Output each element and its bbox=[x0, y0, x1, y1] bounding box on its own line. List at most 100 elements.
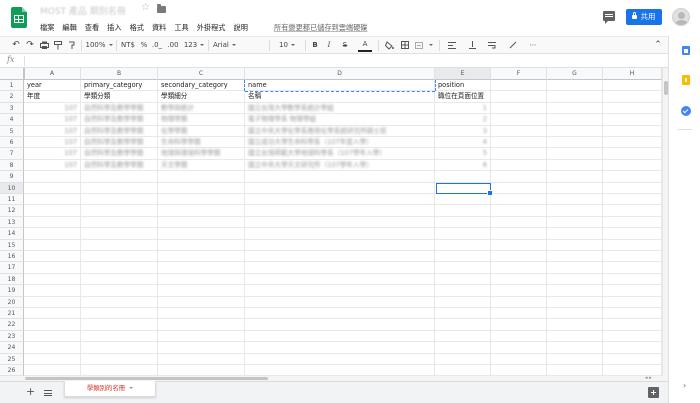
menu-insert[interactable]: 插入 bbox=[103, 22, 125, 34]
cell-b8[interactable]: 自然科學及數學學類 bbox=[82, 161, 156, 170]
cell-a1[interactable]: year bbox=[25, 81, 79, 90]
cell-e4[interactable]: 2 bbox=[436, 115, 489, 124]
cell-d5[interactable]: 國立中央大學化學系應用化學系統研究所碩士班 bbox=[246, 127, 433, 136]
cell-e5[interactable]: 3 bbox=[436, 127, 489, 136]
menu-view[interactable]: 查看 bbox=[81, 22, 103, 34]
strikethrough-button[interactable]: S bbox=[340, 37, 350, 54]
comment-icon[interactable] bbox=[603, 11, 615, 24]
text-wrap-icon[interactable] bbox=[484, 37, 500, 54]
paint-roller-icon[interactable] bbox=[66, 37, 78, 54]
column-header-c[interactable]: C bbox=[158, 68, 245, 80]
undo-icon[interactable]: ↶ bbox=[10, 37, 22, 54]
row-header-14[interactable]: 14 bbox=[0, 228, 24, 240]
font-size-select[interactable]: 10 bbox=[273, 37, 301, 54]
calendar-icon[interactable] bbox=[682, 46, 690, 55]
font-select[interactable]: Arial bbox=[213, 37, 268, 54]
cell-b1[interactable]: primary_category bbox=[82, 81, 156, 90]
cell-b3[interactable]: 自然科學及數學學類 bbox=[82, 104, 156, 113]
document-title[interactable]: MOST 產品 類別名冊 bbox=[40, 4, 126, 17]
cell-e7[interactable]: 5 bbox=[436, 149, 489, 158]
redo-icon[interactable]: ↷ bbox=[24, 37, 36, 54]
row-header-4[interactable]: 4 bbox=[0, 114, 24, 126]
spreadsheet-grid[interactable]: A B C D E F G H 1 2 3 4 5 6 7 8 9 10 11 12 13 14 15 16 17 18 19 20 2… bbox=[0, 68, 662, 376]
add-sheet-button[interactable]: + bbox=[26, 386, 35, 398]
cell-a6[interactable]: 107 bbox=[25, 138, 79, 147]
cell-d2[interactable]: 名稱 bbox=[246, 92, 433, 101]
cell-a4[interactable]: 107 bbox=[25, 115, 79, 124]
italic-button[interactable]: I bbox=[324, 37, 334, 54]
cell-c1[interactable]: secondary_category bbox=[159, 81, 243, 90]
row-header-24[interactable]: 24 bbox=[0, 342, 24, 354]
row-header-7[interactable]: 7 bbox=[0, 148, 24, 160]
percent-format-button[interactable]: % bbox=[139, 37, 149, 54]
row-header-1[interactable]: 1 bbox=[0, 80, 24, 92]
cell-a3[interactable]: 107 bbox=[25, 104, 79, 113]
row-header-6[interactable]: 6 bbox=[0, 137, 24, 149]
cell-d4[interactable]: 電子物理學系 物理學組 bbox=[246, 115, 433, 124]
row-header-15[interactable]: 15 bbox=[0, 239, 24, 251]
cell-c5[interactable]: 化學學類 bbox=[159, 127, 243, 136]
keep-icon[interactable] bbox=[682, 75, 690, 85]
share-button[interactable]: 共用 bbox=[626, 9, 662, 25]
menu-format[interactable]: 格式 bbox=[126, 22, 148, 34]
cell-e6[interactable]: 4 bbox=[436, 138, 489, 147]
menu-addons[interactable]: 外掛程式 bbox=[193, 22, 230, 34]
row-header-16[interactable]: 16 bbox=[0, 251, 24, 263]
star-icon[interactable]: ☆ bbox=[141, 2, 150, 13]
row-header-5[interactable]: 5 bbox=[0, 125, 24, 137]
cell-c4[interactable]: 物理學類 bbox=[159, 115, 243, 124]
cell-e8[interactable]: 6 bbox=[436, 161, 489, 170]
row-header-19[interactable]: 19 bbox=[0, 285, 24, 297]
row-header-17[interactable]: 17 bbox=[0, 262, 24, 274]
column-header-a[interactable]: A bbox=[24, 68, 81, 80]
cell-d1[interactable]: name bbox=[246, 81, 433, 90]
menu-data[interactable]: 資料 bbox=[148, 22, 170, 34]
column-header-g[interactable]: G bbox=[547, 68, 603, 80]
fill-color-icon[interactable] bbox=[383, 37, 395, 54]
menu-file[interactable]: 檔案 bbox=[40, 22, 58, 34]
bold-button[interactable]: B bbox=[310, 37, 320, 54]
cell-e3[interactable]: 1 bbox=[436, 104, 489, 113]
text-color-button[interactable]: A bbox=[358, 37, 372, 52]
row-header-18[interactable]: 18 bbox=[0, 273, 24, 286]
row-header-22[interactable]: 22 bbox=[0, 319, 24, 331]
vertical-align-icon[interactable] bbox=[464, 37, 480, 54]
currency-format-button[interactable]: NT$ bbox=[119, 37, 137, 54]
cell-d6[interactable]: 國立成功大學生命科學系（107年度入學） bbox=[246, 138, 433, 147]
more-options-icon[interactable]: ⋯ bbox=[527, 37, 539, 54]
borders-icon[interactable] bbox=[399, 37, 411, 54]
row-header-11[interactable]: 11 bbox=[0, 194, 24, 206]
formula-input[interactable] bbox=[30, 56, 650, 66]
select-all-corner[interactable] bbox=[0, 68, 24, 80]
row-header-25[interactable]: 25 bbox=[0, 353, 24, 365]
cell-d8[interactable]: 國立中央大學天文研究所（107學年入學） bbox=[246, 161, 433, 170]
cell-a8[interactable]: 107 bbox=[25, 161, 79, 170]
cell-d7[interactable]: 國立台灣師範大學地球科學系（107學年入學） bbox=[246, 149, 433, 158]
cell-c7[interactable]: 地球與環境科學學類 bbox=[159, 149, 243, 158]
cell-e1[interactable]: position bbox=[436, 81, 489, 90]
print-icon[interactable] bbox=[38, 37, 50, 54]
explore-icon[interactable] bbox=[648, 387, 659, 398]
cell-c3[interactable]: 數學與統計 bbox=[159, 104, 243, 113]
cell-e2[interactable]: 職位在頁面位置 bbox=[436, 92, 489, 101]
row-header-21[interactable]: 21 bbox=[0, 308, 24, 320]
text-rotation-icon[interactable] bbox=[505, 37, 521, 54]
column-header-b[interactable]: B bbox=[81, 68, 158, 80]
row-header-20[interactable]: 20 bbox=[0, 296, 24, 308]
save-status[interactable]: 所有變更都已儲存到雲端硬碟 bbox=[274, 22, 367, 34]
sheets-logo-icon[interactable] bbox=[11, 7, 27, 28]
sheet-tab[interactable]: 學類別的名冊 bbox=[64, 381, 156, 397]
number-format-select[interactable]: 123 bbox=[183, 37, 205, 54]
collapse-toolbar-icon[interactable]: ⌃ bbox=[652, 37, 664, 54]
cell-c2[interactable]: 學類細分 bbox=[159, 92, 243, 101]
merge-cells-icon[interactable] bbox=[415, 37, 433, 54]
cell-c6[interactable]: 生命科學學類 bbox=[159, 138, 243, 147]
row-header-2[interactable]: 2 bbox=[0, 91, 24, 103]
cell-c8[interactable]: 天文學類 bbox=[159, 161, 243, 170]
row-header-12[interactable]: 12 bbox=[0, 205, 24, 217]
cell-d3[interactable]: 國立台灣大學數學系統計學組 bbox=[246, 104, 433, 113]
folder-icon[interactable] bbox=[157, 4, 166, 13]
expand-panel-icon[interactable]: › bbox=[683, 381, 686, 390]
column-header-e[interactable]: E bbox=[435, 68, 491, 80]
column-header-h[interactable]: H bbox=[603, 68, 662, 80]
